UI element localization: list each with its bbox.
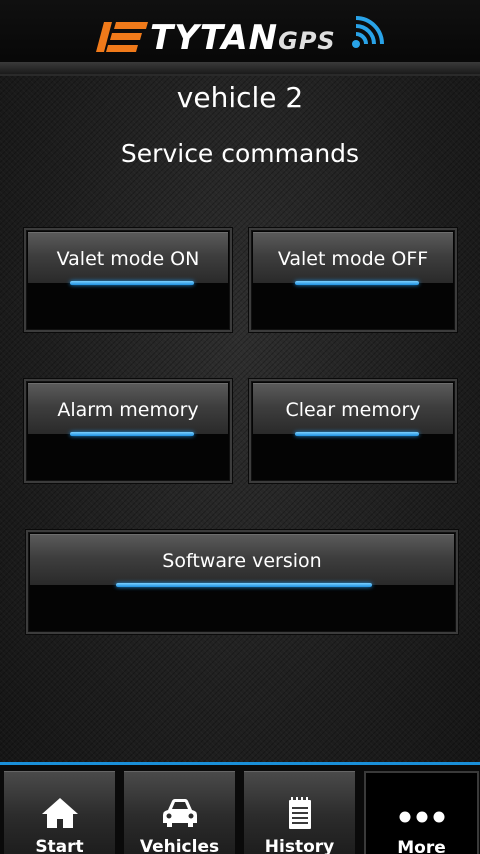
home-icon [41,798,78,828]
logo-text: TYTAN [150,18,279,58]
app-screen: TYTANGPS vehicle 2 Service commands Vale… [0,0,480,854]
nav-label: More [397,838,446,854]
button-label: Alarm memory [57,399,199,421]
logo-mark-icon [96,22,148,52]
button-face: Valet mode ON [28,232,228,285]
button-indicator-bar [295,432,419,436]
nav-label: Start [35,837,84,854]
notepad-icon [288,797,311,829]
button-indicator-bar [70,281,194,285]
button-label: Valet mode OFF [277,248,429,270]
signal-waves-icon [352,16,384,48]
button-face: Alarm memory [28,383,228,436]
car-icon [162,799,197,827]
logo-suffix: GPS [278,27,336,55]
nav-item-more[interactable]: More [364,771,479,854]
button-indicator-bar [295,281,419,285]
nav-label: History [264,837,335,854]
button-indicator-bar [70,432,194,436]
section-title: Service commands [120,139,360,168]
nav-item-start[interactable]: Start [4,771,115,854]
app-header: TYTANGPS [0,0,480,76]
button-label: Clear memory [285,399,421,421]
nav-item-history[interactable]: History [244,771,355,854]
button-face: Software version [30,534,454,587]
more-dots-icon [399,811,444,823]
nav-label: Vehicles [139,837,220,854]
logo-wordmark: TYTANGPS [150,18,336,61]
nav-item-vehicles[interactable]: Vehicles [124,771,235,854]
button-label: Valet mode ON [56,248,200,270]
header-divider [0,62,480,74]
vehicle-title: vehicle 2 [176,81,304,114]
tytan-gps-logo: TYTANGPS [96,12,386,60]
button-label: Software version [162,550,322,572]
valet-mode-on-button[interactable]: Valet mode ON [24,228,232,332]
button-indicator-bar [116,583,372,587]
button-face: Clear memory [253,383,453,436]
alarm-memory-button[interactable]: Alarm memory [24,379,232,483]
clear-memory-button[interactable]: Clear memory [249,379,457,483]
valet-mode-off-button[interactable]: Valet mode OFF [249,228,457,332]
software-version-button[interactable]: Software version [26,530,458,634]
button-face: Valet mode OFF [253,232,453,285]
bottom-nav: Start Vehicles History More [0,762,480,854]
